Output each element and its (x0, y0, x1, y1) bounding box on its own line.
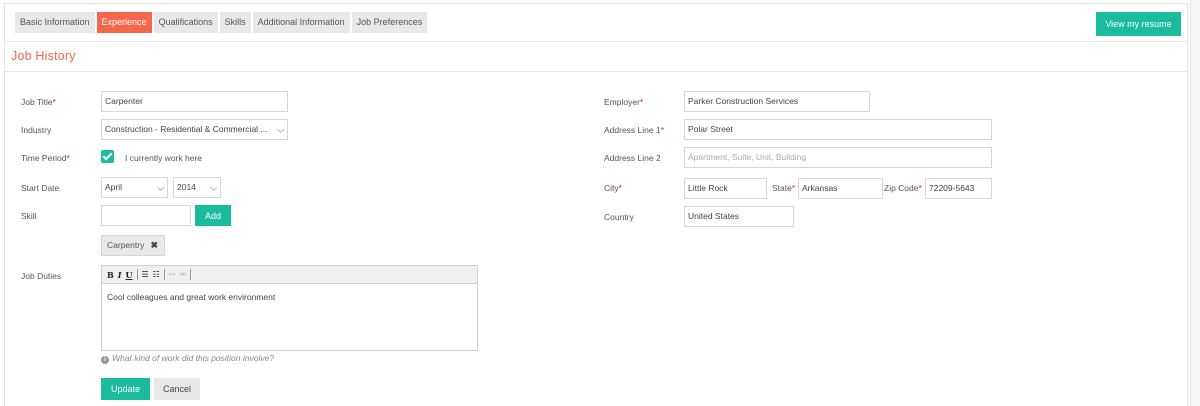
editor-toolbar: B I U ☰ ☷ ⚯ ⚮ (102, 266, 477, 284)
start-year-value: 2014 (177, 182, 196, 192)
tab-additional-information[interactable]: Additional Information (252, 12, 350, 33)
city-label: City* (604, 183, 622, 193)
job-duties-textarea[interactable]: Cool colleagues and great work environme… (102, 284, 477, 310)
cancel-button[interactable]: Cancel (154, 378, 200, 400)
bullet-list-icon[interactable]: ☰ (142, 270, 149, 279)
state-input[interactable]: Arkansas (798, 178, 883, 199)
job-duties-editor: B I U ☰ ☷ ⚯ ⚮ Cool colleagues and great … (101, 265, 478, 351)
job-duties-hint: i What kind of work did this position inv… (101, 353, 274, 364)
link-icon[interactable]: ⚯ (169, 270, 176, 279)
zip-code-input[interactable]: 72209-5643 (925, 178, 992, 199)
tab-job-preferences[interactable]: Job Preferences (351, 12, 428, 33)
city-input[interactable]: Little Rock (684, 178, 767, 199)
industry-value: Construction - Residential & Commercial … (105, 124, 268, 134)
industry-select[interactable]: Construction - Residential & Commercial … (101, 119, 288, 140)
job-duties-label: Job Duties (21, 271, 62, 281)
header-divider (5, 41, 1187, 42)
chevron-down-icon (156, 183, 165, 192)
chevron-down-icon (276, 125, 285, 134)
chevron-down-icon (209, 183, 218, 192)
start-date-label: Start Date (21, 183, 60, 193)
skill-tag-label: Carpentry (107, 240, 145, 250)
currently-work-here-checkbox[interactable] (101, 150, 114, 163)
industry-label: Industry (21, 125, 52, 135)
tab-qualifications[interactable]: Qualifications (153, 12, 218, 33)
italic-icon[interactable]: I (118, 270, 122, 280)
address-line-1-input[interactable]: Polar Street (684, 119, 992, 140)
address-line-2-label: Address Line 2 (604, 153, 661, 163)
skill-input[interactable] (101, 205, 191, 226)
job-title-label: Job Title* (21, 97, 56, 107)
tab-basic-information[interactable]: Basic Information (15, 12, 95, 33)
tab-experience[interactable]: Experience (96, 12, 152, 33)
start-year-select[interactable]: 2014 (173, 177, 221, 198)
time-period-label: Time Period* (21, 153, 70, 163)
skill-label: Skill (21, 211, 37, 221)
currently-work-here-label: I currently work here (125, 153, 202, 163)
job-history-panel: Basic Information Experience Qualificati… (4, 3, 1188, 406)
country-label: Country (604, 212, 634, 222)
unlink-icon[interactable]: ⚮ (180, 270, 187, 279)
toolbar-separator (136, 269, 138, 280)
section-title: Job History (11, 49, 76, 63)
skill-tag: Carpentry ✖ (101, 235, 165, 256)
address-line-1-label: Address Line 1* (604, 125, 665, 135)
section-divider (5, 71, 1187, 72)
add-skill-button[interactable]: Add (195, 205, 231, 226)
underline-icon[interactable]: U (126, 270, 133, 280)
info-icon: i (101, 356, 109, 364)
view-resume-button[interactable]: View my resume (1096, 12, 1181, 36)
numbered-list-icon[interactable]: ☷ (153, 270, 160, 279)
scrollbar[interactable] (1190, 0, 1200, 406)
tab-bar: Basic Information Experience Qualificati… (15, 12, 428, 33)
toolbar-separator (163, 269, 165, 280)
bold-icon[interactable]: B (107, 270, 114, 280)
employer-label: Employer* (604, 97, 644, 107)
employer-input[interactable]: Parker Construction Services (684, 91, 870, 112)
country-input[interactable]: United States (684, 206, 794, 227)
update-button[interactable]: Update (101, 378, 150, 400)
remove-tag-icon[interactable]: ✖ (150, 236, 158, 255)
toolbar-separator (190, 269, 192, 280)
zip-code-label: Zip Code* (884, 183, 922, 193)
tab-skills[interactable]: Skills (219, 12, 251, 33)
address-line-2-input[interactable]: Apartment, Suite, Unit, Building (684, 147, 992, 168)
job-title-input[interactable]: Carpenter (101, 91, 288, 112)
start-month-select[interactable]: April (101, 177, 168, 198)
state-label: State* (772, 183, 796, 193)
start-month-value: April (105, 182, 123, 192)
